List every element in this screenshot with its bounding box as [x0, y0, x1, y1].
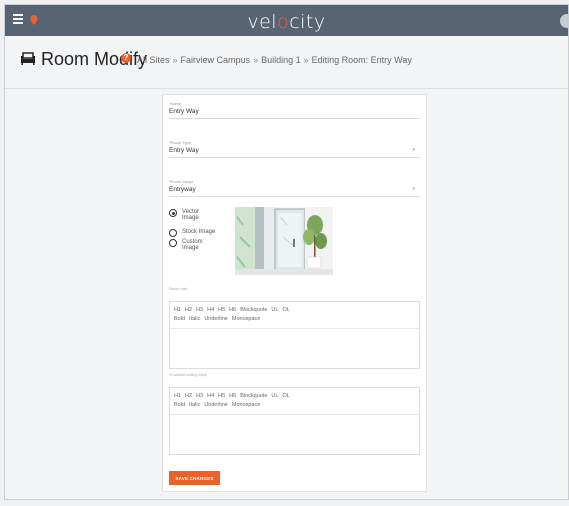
- name-field[interactable]: *Name Entry Way: [169, 101, 420, 119]
- brand-logo: velocity: [247, 11, 326, 33]
- toolbar-monospace[interactable]: Monospace: [232, 402, 260, 408]
- room-info-toolbar: H1 H2 H3 H4 H5 H6 Blockquote UL OL Bold Italic Und…: [170, 302, 419, 329]
- toolbar-h2[interactable]: H2: [185, 307, 192, 313]
- room-image-select[interactable]: *Room Image Entryway ▾: [169, 179, 420, 197]
- radio-stock-image[interactable]: Stock Image: [169, 229, 215, 237]
- toolbar-bold[interactable]: Bold: [174, 316, 185, 322]
- radio-button-selected[interactable]: [169, 209, 177, 217]
- toolbar-underline[interactable]: Underline: [204, 316, 228, 322]
- room-image-value[interactable]: Entryway: [169, 184, 420, 196]
- toolbar-h2[interactable]: H2: [185, 393, 192, 399]
- toolbar-h1[interactable]: H1: [174, 307, 181, 313]
- toolbar-ol[interactable]: OL: [282, 307, 289, 313]
- toolbar-ul[interactable]: UL: [271, 393, 278, 399]
- chevron-down-icon[interactable]: ▾: [412, 147, 415, 153]
- room-sofa-icon: [21, 52, 35, 65]
- room-info-editor[interactable]: H1 H2 H3 H4 H5 H6 Blockquote UL OL Bold Italic Und…: [169, 301, 420, 369]
- save-changes-button[interactable]: SAVE CHANGES: [169, 471, 220, 485]
- toolbar-h5[interactable]: H5: [218, 393, 225, 399]
- toolbar-h5[interactable]: H5: [218, 307, 225, 313]
- room-type-value[interactable]: Entry Way: [169, 145, 420, 157]
- toolbar-blockquote[interactable]: Blockquote: [240, 393, 267, 399]
- radio-stock-image-label: Stock Image: [182, 229, 216, 235]
- toolbar-underline[interactable]: Underline: [204, 402, 228, 408]
- breadcrumb-current: Editing Room: Entry Way: [311, 55, 412, 65]
- page-title: Room Modify: [41, 49, 148, 69]
- breadcrumb-fairview-campus[interactable]: Fairview Campus: [181, 55, 251, 65]
- breadcrumb: All Sites» Fairview Campus» Building 1» Edi…: [137, 55, 412, 65]
- radio-vector-image-label: Vector Image: [182, 209, 200, 221]
- toolbar-ul[interactable]: UL: [271, 307, 278, 313]
- room-info-label: Room Info: [169, 286, 188, 291]
- troubleshooting-editor[interactable]: H1 H2 H3 H4 H5 H6 Blockquote UL OL Bold Italic Und…: [169, 387, 420, 455]
- troubleshooting-toolbar: H1 H2 H3 H4 H5 H6 Blockquote UL OL Bold Italic Und…: [170, 388, 419, 415]
- toolbar-bold[interactable]: Bold: [174, 402, 185, 408]
- toolbar-italic[interactable]: Italic: [189, 402, 200, 408]
- top-bar: velocity: [5, 5, 568, 36]
- help-icon[interactable]: ?: [121, 53, 131, 63]
- page-header: Room Modify ? All Sites» Fairview Campus»…: [5, 36, 568, 89]
- radio-button[interactable]: [169, 239, 177, 247]
- breadcrumb-separator: »: [303, 55, 309, 65]
- breadcrumb-separator: »: [172, 55, 178, 65]
- toolbar-h6[interactable]: H6: [229, 307, 236, 313]
- toolbar-italic[interactable]: Italic: [189, 316, 200, 322]
- troubleshooting-label: Troubleshooting Help: [169, 372, 207, 377]
- chevron-down-icon[interactable]: ▾: [412, 186, 415, 192]
- radio-button[interactable]: [169, 229, 177, 237]
- toolbar-h4[interactable]: H4: [207, 307, 214, 313]
- user-avatar[interactable]: [560, 14, 568, 28]
- toolbar-blockquote[interactable]: Blockquote: [240, 307, 267, 313]
- app-window: velocity Room Modify ? All Sites» Fairvie…: [4, 4, 569, 500]
- radio-vector-image[interactable]: Vector Image: [169, 209, 199, 221]
- room-image-preview: [235, 207, 333, 275]
- toolbar-h1[interactable]: H1: [174, 393, 181, 399]
- toolbar-monospace[interactable]: Monospace: [232, 316, 260, 322]
- room-form-card: *Name Entry Way *Room Type Entry Way ▾ *…: [162, 94, 427, 492]
- toolbar-ol[interactable]: OL: [282, 393, 289, 399]
- toolbar-h4[interactable]: H4: [207, 393, 214, 399]
- name-input[interactable]: Entry Way: [169, 106, 420, 118]
- breadcrumb-all-sites[interactable]: All Sites: [137, 55, 170, 65]
- breadcrumb-building-1[interactable]: Building 1: [261, 55, 301, 65]
- breadcrumb-separator: »: [253, 55, 259, 65]
- toolbar-h3[interactable]: H3: [196, 307, 203, 313]
- toolbar-h6[interactable]: H6: [229, 393, 236, 399]
- room-type-select[interactable]: *Room Type Entry Way ▾: [169, 140, 420, 158]
- radio-custom-image-label: Custom Image: [182, 239, 203, 251]
- radio-custom-image[interactable]: Custom Image: [169, 239, 203, 251]
- toolbar-h3[interactable]: H3: [196, 393, 203, 399]
